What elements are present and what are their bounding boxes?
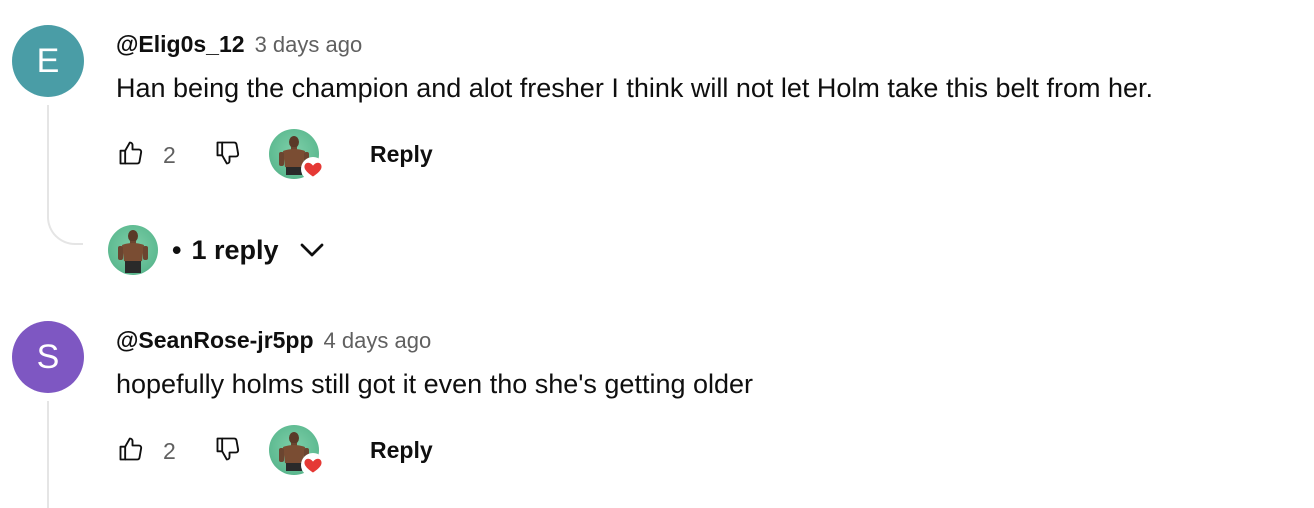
- thumb-up-icon: [119, 437, 143, 461]
- dislike-button[interactable]: [213, 138, 243, 168]
- like-count: 2: [163, 142, 176, 168]
- dislike-button[interactable]: [213, 434, 243, 464]
- reply-button[interactable]: Reply: [370, 437, 433, 464]
- comment-text: Han being the champion and alot fresher …: [116, 73, 1154, 103]
- heart-badge: [301, 157, 325, 181]
- creator-avatar-icon: [118, 230, 148, 273]
- comment-text: hopefully holms still got it even tho sh…: [116, 369, 754, 399]
- creator-heart: [269, 425, 325, 477]
- comment-header: @SeanRose-jr5pp 4 days ago: [116, 327, 431, 354]
- like-count: 2: [163, 438, 176, 464]
- author-handle[interactable]: @SeanRose-jr5pp: [116, 327, 314, 354]
- thread-connector: [47, 105, 49, 215]
- thread-connector-curve: [47, 213, 83, 245]
- author-handle[interactable]: @Elig0s_12: [116, 31, 245, 58]
- like-button[interactable]: [116, 138, 146, 168]
- creator-heart: [269, 129, 325, 181]
- heart-icon: [304, 458, 322, 473]
- thumb-down-icon: [216, 141, 240, 165]
- chevron-down-icon: [300, 243, 323, 257]
- thumb-down-icon: [216, 437, 240, 461]
- heart-badge: [301, 453, 325, 477]
- timestamp[interactable]: 3 days ago: [255, 32, 363, 58]
- thread-connector: [47, 401, 49, 508]
- replies-count: 1 reply: [191, 234, 279, 265]
- avatar[interactable]: S: [12, 321, 84, 393]
- avatar[interactable]: E: [12, 25, 84, 97]
- comment-header: @Elig0s_12 3 days ago: [116, 31, 362, 58]
- view-replies-button[interactable]: • 1 reply: [108, 225, 327, 275]
- reply-author-avatar: [108, 225, 158, 275]
- reply-button[interactable]: Reply: [370, 141, 433, 168]
- comments-section: E @Elig0s_12 3 days ago Han being the ch…: [0, 0, 1314, 508]
- like-button[interactable]: [116, 434, 146, 464]
- thumb-up-icon: [119, 141, 143, 165]
- heart-icon: [304, 162, 322, 177]
- timestamp[interactable]: 4 days ago: [324, 328, 432, 354]
- separator-dot: •: [172, 234, 182, 265]
